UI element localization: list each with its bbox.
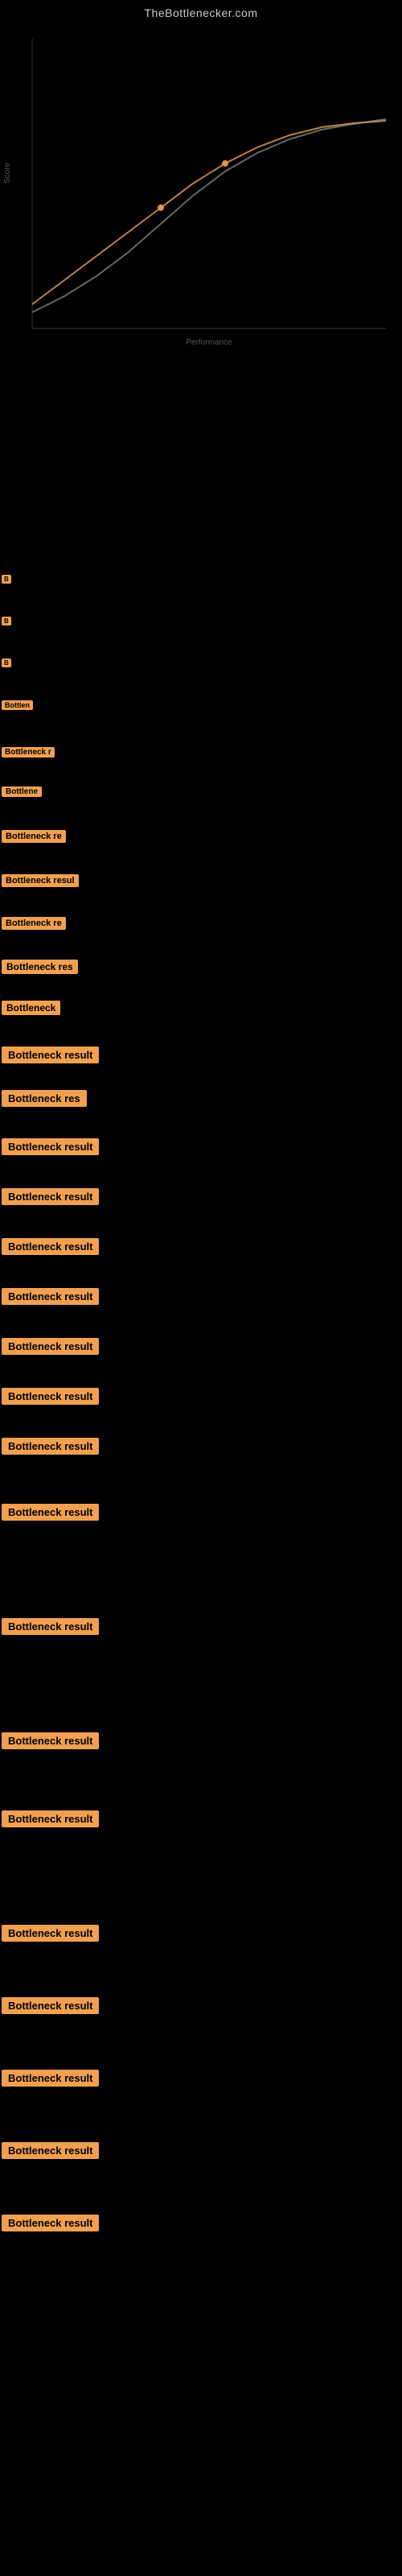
result-group-4: Bottlen [0, 696, 402, 712]
spacer-p [0, 1259, 402, 1283]
result-group-12: Bottleneck result [0, 1042, 402, 1066]
result-group-27: Bottleneck result [0, 2065, 402, 2089]
result-group-15: Bottleneck result [0, 1183, 402, 1208]
spacer-m [0, 1111, 402, 1133]
bottleneck-result-17[interactable]: Bottleneck result [2, 1288, 99, 1305]
spacer-t [0, 1459, 402, 1499]
spacer-i [0, 934, 402, 955]
spacer-e [0, 762, 402, 782]
site-title: TheBottlenecker.com [0, 0, 402, 23]
spacer-q [0, 1309, 402, 1333]
chart-area: Performance Score [0, 23, 402, 361]
spacer-c [0, 671, 402, 696]
spacer-o [0, 1209, 402, 1233]
spacer-y [0, 1946, 402, 1992]
bottleneck-result-5[interactable]: Bottleneck r [2, 747, 55, 758]
result-group-17: Bottleneck result [0, 1283, 402, 1307]
bottleneck-result-7[interactable]: Bottleneck re [2, 830, 66, 843]
bottleneck-result-1[interactable]: B [2, 575, 11, 584]
result-group-21: Bottleneck result [0, 1499, 402, 1523]
spacer-d [0, 714, 402, 742]
bottleneck-result-16[interactable]: Bottleneck result [2, 1238, 99, 1255]
svg-text:Score: Score [3, 162, 12, 184]
result-group-22: Bottleneck result [0, 1613, 402, 1637]
spacer-z [0, 2018, 402, 2065]
result-group-2: B [0, 612, 402, 628]
bottleneck-result-6[interactable]: Bottlene [2, 786, 42, 797]
bottleneck-result-24[interactable]: Bottleneck result [2, 1810, 99, 1827]
result-group-11: Bottleneck [0, 996, 402, 1018]
spacer-w [0, 1753, 402, 1806]
bottleneck-result-28[interactable]: Bottleneck result [2, 2142, 99, 2159]
spacer-g [0, 847, 402, 869]
result-group-1: B [0, 570, 402, 586]
bottleneck-result-22[interactable]: Bottleneck result [2, 1618, 99, 1635]
spacer-a [0, 588, 402, 612]
spacer-x [0, 1831, 402, 1920]
result-group-23: Bottleneck result [0, 1728, 402, 1752]
bottleneck-result-27[interactable]: Bottleneck result [2, 2070, 99, 2087]
bottleneck-result-15[interactable]: Bottleneck result [2, 1188, 99, 1205]
result-group-9: Bottleneck re [0, 912, 402, 932]
bottleneck-result-10[interactable]: Bottleneck res [2, 960, 78, 974]
spacer-n [0, 1159, 402, 1183]
bottleneck-result-13[interactable]: Bottleneck res [2, 1090, 87, 1107]
result-group-14: Bottleneck result [0, 1133, 402, 1158]
result-group-19: Bottleneck result [0, 1383, 402, 1407]
result-group-5: Bottleneck r [0, 742, 402, 760]
bottleneck-result-9[interactable]: Bottleneck re [2, 917, 66, 930]
bottleneck-result-18[interactable]: Bottleneck result [2, 1338, 99, 1355]
result-group-8: Bottleneck resul [0, 869, 402, 890]
spacer-bb [0, 2163, 402, 2210]
result-group-24: Bottleneck result [0, 1806, 402, 1830]
top-spacer [0, 361, 402, 570]
spacer-r [0, 1359, 402, 1383]
result-group-28: Bottleneck result [0, 2137, 402, 2161]
result-group-18: Bottleneck result [0, 1333, 402, 1357]
bottleneck-result-3[interactable]: B [2, 658, 11, 667]
bottleneck-result-26[interactable]: Bottleneck result [2, 1997, 99, 2014]
spacer-aa [0, 2091, 402, 2137]
spacer-s [0, 1409, 402, 1433]
result-group-6: Bottlene [0, 782, 402, 799]
spacer-cc [0, 2235, 402, 2252]
result-group-16: Bottleneck result [0, 1233, 402, 1257]
spacer-u [0, 1525, 402, 1613]
result-group-13: Bottleneck res [0, 1085, 402, 1109]
page-wrapper: TheBottlenecker.com Performance Score [0, 0, 402, 2252]
result-group-26: Bottleneck result [0, 1992, 402, 2017]
spacer-k [0, 1019, 402, 1042]
bottleneck-result-11[interactable]: Bottleneck [2, 1001, 60, 1015]
spacer-b [0, 630, 402, 654]
bottleneck-result-21[interactable]: Bottleneck result [2, 1504, 99, 1521]
spacer-f [0, 801, 402, 825]
bottleneck-result-2[interactable]: B [2, 617, 11, 625]
bottleneck-result-25[interactable]: Bottleneck result [2, 1925, 99, 1942]
bottleneck-result-4[interactable]: Bottlen [2, 700, 33, 710]
result-group-3: B [0, 654, 402, 670]
bottleneck-result-23[interactable]: Bottleneck result [2, 1732, 99, 1749]
bottleneck-result-29[interactable]: Bottleneck result [2, 2215, 99, 2231]
bottleneck-result-14[interactable]: Bottleneck result [2, 1138, 99, 1155]
result-group-29: Bottleneck result [0, 2210, 402, 2234]
result-group-7: Bottleneck re [0, 825, 402, 845]
result-group-25: Bottleneck result [0, 1920, 402, 1944]
svg-text:Performance: Performance [186, 338, 232, 347]
bottleneck-result-19[interactable]: Bottleneck result [2, 1388, 99, 1405]
spacer-h [0, 891, 402, 912]
bottleneck-result-12[interactable]: Bottleneck result [2, 1046, 99, 1063]
result-group-10: Bottleneck res [0, 955, 402, 976]
spacer-l [0, 1067, 402, 1085]
result-group-20: Bottleneck result [0, 1433, 402, 1457]
spacer-v [0, 1639, 402, 1728]
bottleneck-result-8[interactable]: Bottleneck resul [2, 874, 79, 887]
spacer-j [0, 978, 402, 996]
bottleneck-chart: Performance Score [0, 23, 402, 361]
bottleneck-result-20[interactable]: Bottleneck result [2, 1438, 99, 1455]
